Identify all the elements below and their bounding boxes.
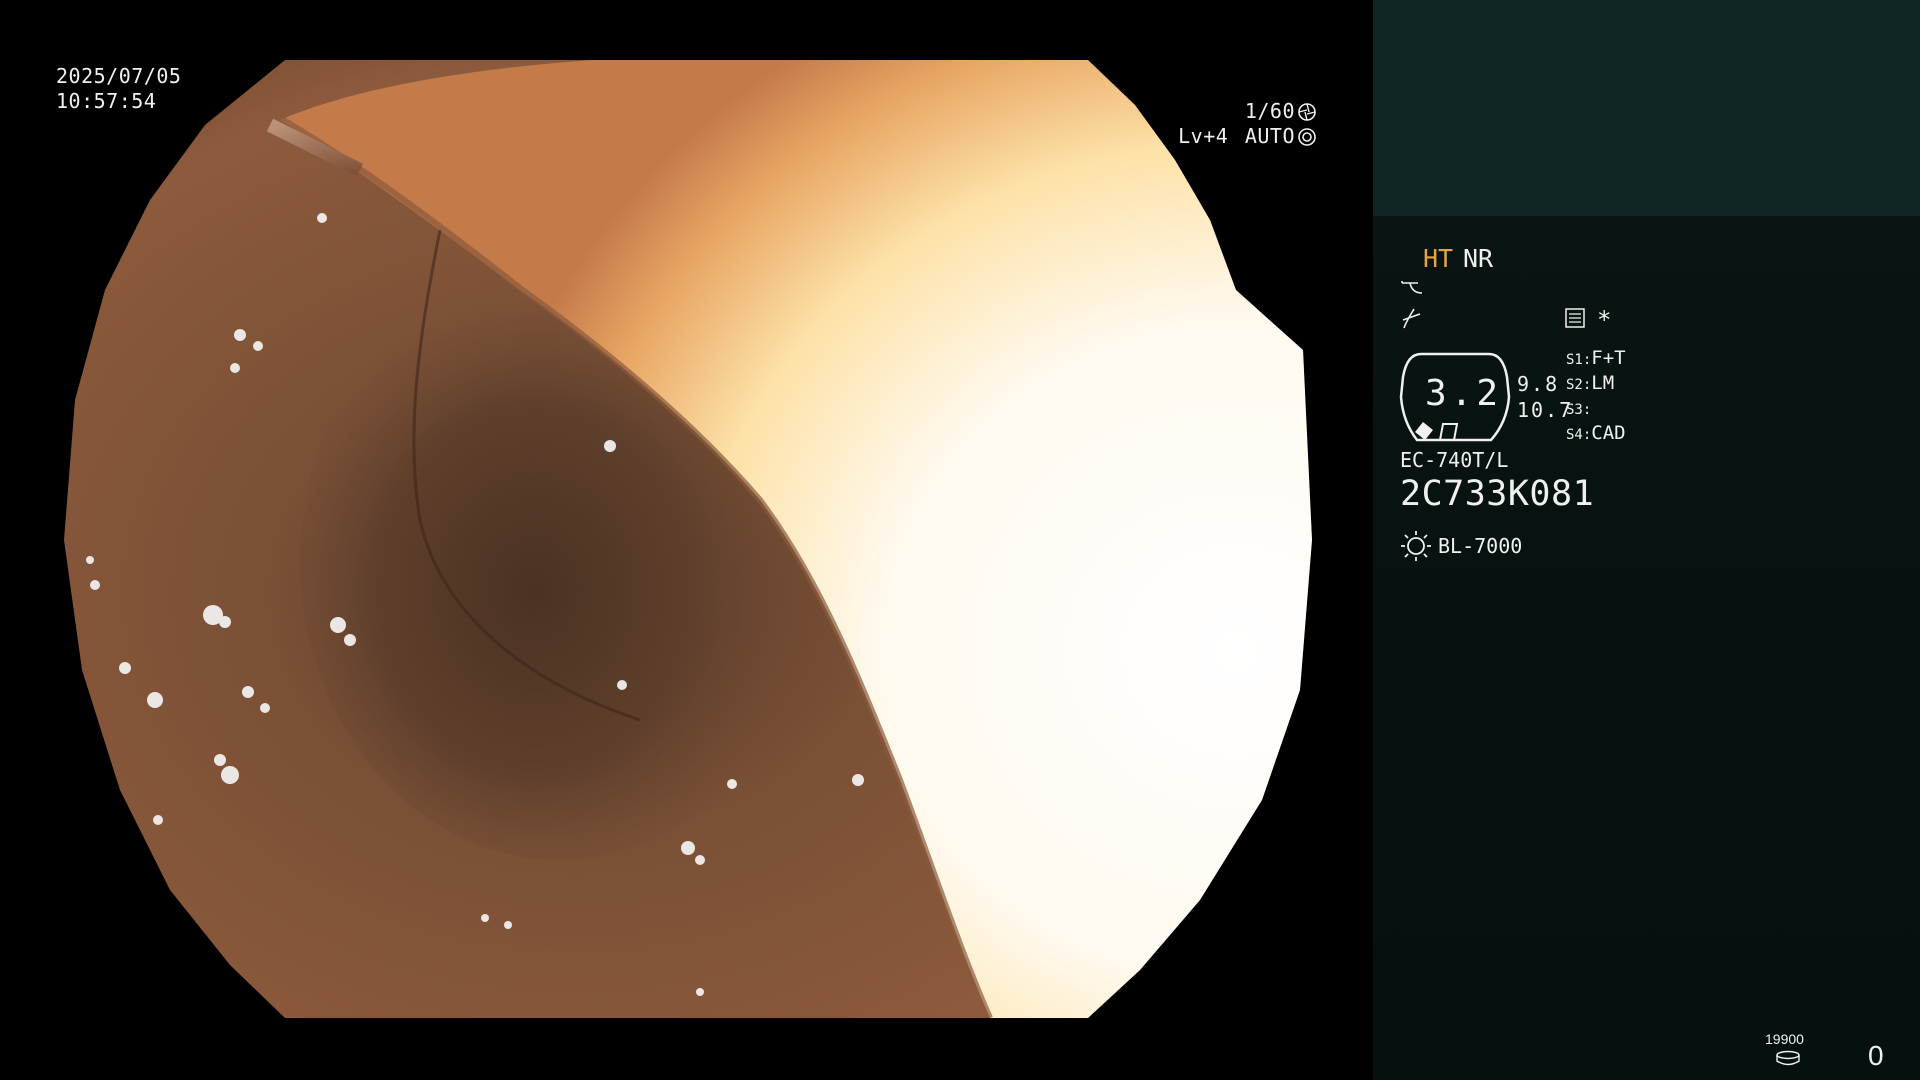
info-panel: HT NR * 3.2 9.8 10.7 S1:F+T S2:LM S3: S4… [1373, 0, 1920, 1080]
magnification-bottom: 10.7 [1517, 398, 1574, 422]
light-source-model: BL-7000 [1438, 534, 1523, 558]
switch-key: S1: [1566, 352, 1592, 368]
shutter-speed: 1/60 [1244, 99, 1295, 123]
enhancement-curve-icon [1401, 281, 1423, 294]
switch-value: LM [1591, 372, 1615, 394]
thumbnail-area [1373, 0, 1920, 216]
switch-s4: S4:CAD [1566, 422, 1626, 444]
storage-count: 19900 [1765, 1031, 1804, 1047]
switch-s3: S3: [1566, 397, 1591, 419]
endoscope-image [64, 60, 1312, 1018]
switch-key: S3: [1566, 402, 1592, 418]
brightness-level: Lv+4 [1178, 124, 1229, 148]
endoscope-video-area: 2025/07/05 10:57:54 1/60 Lv+4 AUTO [0, 0, 1373, 1080]
timestamp: 2025/07/05 10:57:54 [56, 64, 181, 114]
capture-count: 0 [1868, 1040, 1884, 1071]
aperture-icon [1298, 102, 1316, 121]
switch-s1: S1:F+T [1566, 347, 1626, 369]
settings-list-icon [1565, 308, 1585, 328]
date-label: 2025/07/05 [56, 64, 182, 88]
iris-mode: AUTO [1244, 124, 1295, 148]
iris-icon [1298, 127, 1316, 146]
star-indicator: * [1597, 306, 1612, 334]
scope-serial: 2C733K081 [1400, 474, 1595, 514]
ht-indicator: HT [1423, 244, 1454, 273]
time-label: 10:57:54 [56, 89, 157, 113]
disk-icon [1776, 1050, 1800, 1066]
magnification-top: 9.8 [1517, 372, 1560, 396]
exposure-readout: 1/60 Lv+4 AUTO [1178, 99, 1317, 149]
color-tone-icon [1402, 308, 1421, 329]
switch-s2: S2:LM [1566, 372, 1614, 394]
switch-key: S4: [1566, 427, 1592, 443]
switch-value: CAD [1591, 422, 1626, 444]
scope-model: EC-740T/L [1400, 448, 1509, 472]
lamp-icon [1401, 531, 1431, 561]
nr-indicator: NR [1463, 244, 1494, 273]
switch-value: F+T [1591, 347, 1626, 369]
switch-key: S2: [1566, 377, 1592, 393]
zoom-value: 3.2 [1425, 373, 1503, 414]
